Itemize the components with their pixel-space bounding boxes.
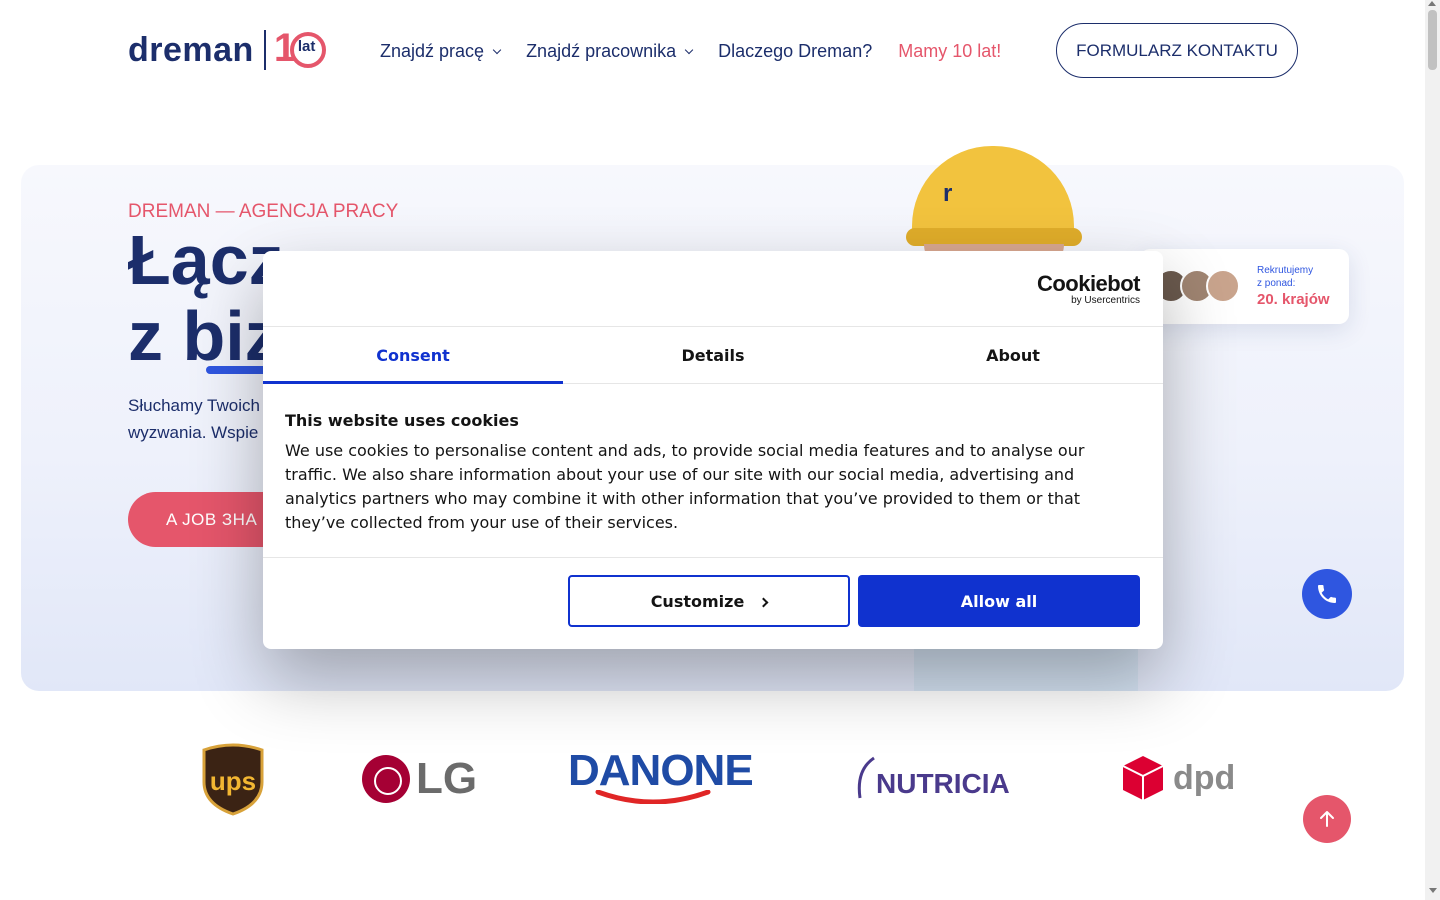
cookie-description: We use cookies to personalise content an… — [285, 441, 1085, 532]
nutricia-arc — [857, 756, 875, 799]
ups-logo-text: ups — [210, 766, 256, 796]
arrow-up-icon — [1320, 811, 1334, 827]
phone-call-button[interactable] — [1302, 569, 1352, 619]
scroll-to-top-button[interactable] — [1303, 795, 1351, 843]
chevron-down-icon — [492, 45, 502, 54]
lg-logo: LG — [362, 754, 477, 804]
hero-headline: Łącz z biz — [128, 222, 284, 374]
customize-label: Customize — [650, 591, 745, 611]
cookiebot-logo: Cookiebot by Usercentrics — [1036, 271, 1141, 307]
badge-highlight: 20. krajów — [1257, 291, 1330, 308]
customize-button[interactable]: Customize — [568, 575, 850, 627]
anniversary-label: lat — [297, 38, 316, 55]
lg-logo-text: LG — [416, 754, 478, 803]
helmet-logo-mark: r — [943, 180, 953, 207]
nav-label: Dlaczego Dreman? — [718, 41, 873, 61]
main-nav: Znajdź pracę Znajdź pracownika Dlaczego … — [380, 41, 1027, 62]
scrollbar-thumb[interactable] — [1428, 10, 1437, 70]
nutricia-logo: NUTRICIA — [856, 756, 1010, 800]
nav-item-why-dreman[interactable]: Dlaczego Dreman? — [718, 41, 872, 62]
cookie-consent-dialog: Cookiebot by Usercentrics Consent Detail… — [263, 251, 1163, 649]
nav-label: Znajdź pracę — [380, 41, 485, 61]
phone-icon — [1318, 585, 1336, 603]
logo-divider — [263, 30, 266, 70]
nav-item-find-job[interactable]: Znajdź pracę — [380, 41, 502, 62]
badge-caption-line-1: Rekrutujemy — [1257, 265, 1314, 276]
hero-eyebrow: DREMAN — AGENCJA PRACY — [128, 201, 399, 222]
tab-details[interactable]: Details — [563, 327, 863, 383]
cookiebot-brand-sub: by Usercentrics — [1071, 295, 1140, 306]
site-logo[interactable]: dreman 1 lat — [128, 26, 330, 72]
subtext-line-2: wyzwania. Wspie — [128, 423, 259, 442]
badge-caption: Rekrutujemy z ponad: — [1257, 264, 1313, 290]
cookie-tabs: Consent Details About — [263, 326, 1163, 384]
scroll-up-arrow-icon[interactable] — [1428, 1, 1436, 6]
lg-logo-mark — [362, 755, 410, 803]
subtext-line-1: Słuchamy Twoich — [128, 396, 260, 415]
tab-consent[interactable]: Consent — [263, 327, 563, 384]
dpd-logo: dpd — [1121, 754, 1235, 802]
nav-label: Mamy 10 lat! — [898, 41, 1002, 61]
worker-shirt — [914, 648, 1138, 691]
hero-subtext: Słuchamy Twoich wyzwania. Wspie — [128, 392, 260, 446]
headline-line-1: Łącz — [128, 221, 284, 299]
ups-logo: ups — [202, 742, 264, 820]
dpd-cube-icon — [1122, 756, 1164, 800]
tab-about[interactable]: About — [863, 327, 1163, 383]
danone-logo: DANONE — [568, 746, 754, 804]
contact-form-button[interactable]: FORMULARZ KONTAKTU — [1056, 23, 1298, 78]
page-scrollbar[interactable] — [1425, 0, 1440, 900]
badge-caption-line-2: z ponad: — [1257, 278, 1296, 289]
allow-all-button[interactable]: Allow all — [858, 575, 1140, 627]
cookie-footer: Customize Allow all — [263, 557, 1163, 649]
nav-item-anniversary[interactable]: Mamy 10 lat! — [898, 41, 1001, 62]
nav-label: Znajdź pracownika — [526, 41, 677, 61]
cookie-title: This website uses cookies — [285, 411, 519, 430]
danone-logo-text: DANONE — [568, 746, 754, 795]
chevron-down-icon — [684, 45, 694, 54]
nav-item-find-employee[interactable]: Znajdź pracownika — [526, 41, 694, 62]
avatar-group — [1154, 269, 1240, 303]
cookiebot-brand: Cookiebot — [1036, 271, 1141, 296]
nutricia-logo-text: NUTRICIA — [876, 768, 1010, 799]
logo-wordmark: dreman — [128, 30, 254, 69]
anniversary-badge: 1 lat — [274, 26, 330, 72]
scroll-down-arrow-icon[interactable] — [1429, 888, 1437, 893]
avatar — [1206, 269, 1240, 303]
headline-line-2: z biz — [128, 297, 280, 375]
recruiting-countries-badge: Rekrutujemy z ponad: 20. krajów — [1140, 249, 1349, 324]
chevron-right-icon — [758, 597, 769, 607]
dpd-logo-text: dpd — [1173, 758, 1236, 797]
